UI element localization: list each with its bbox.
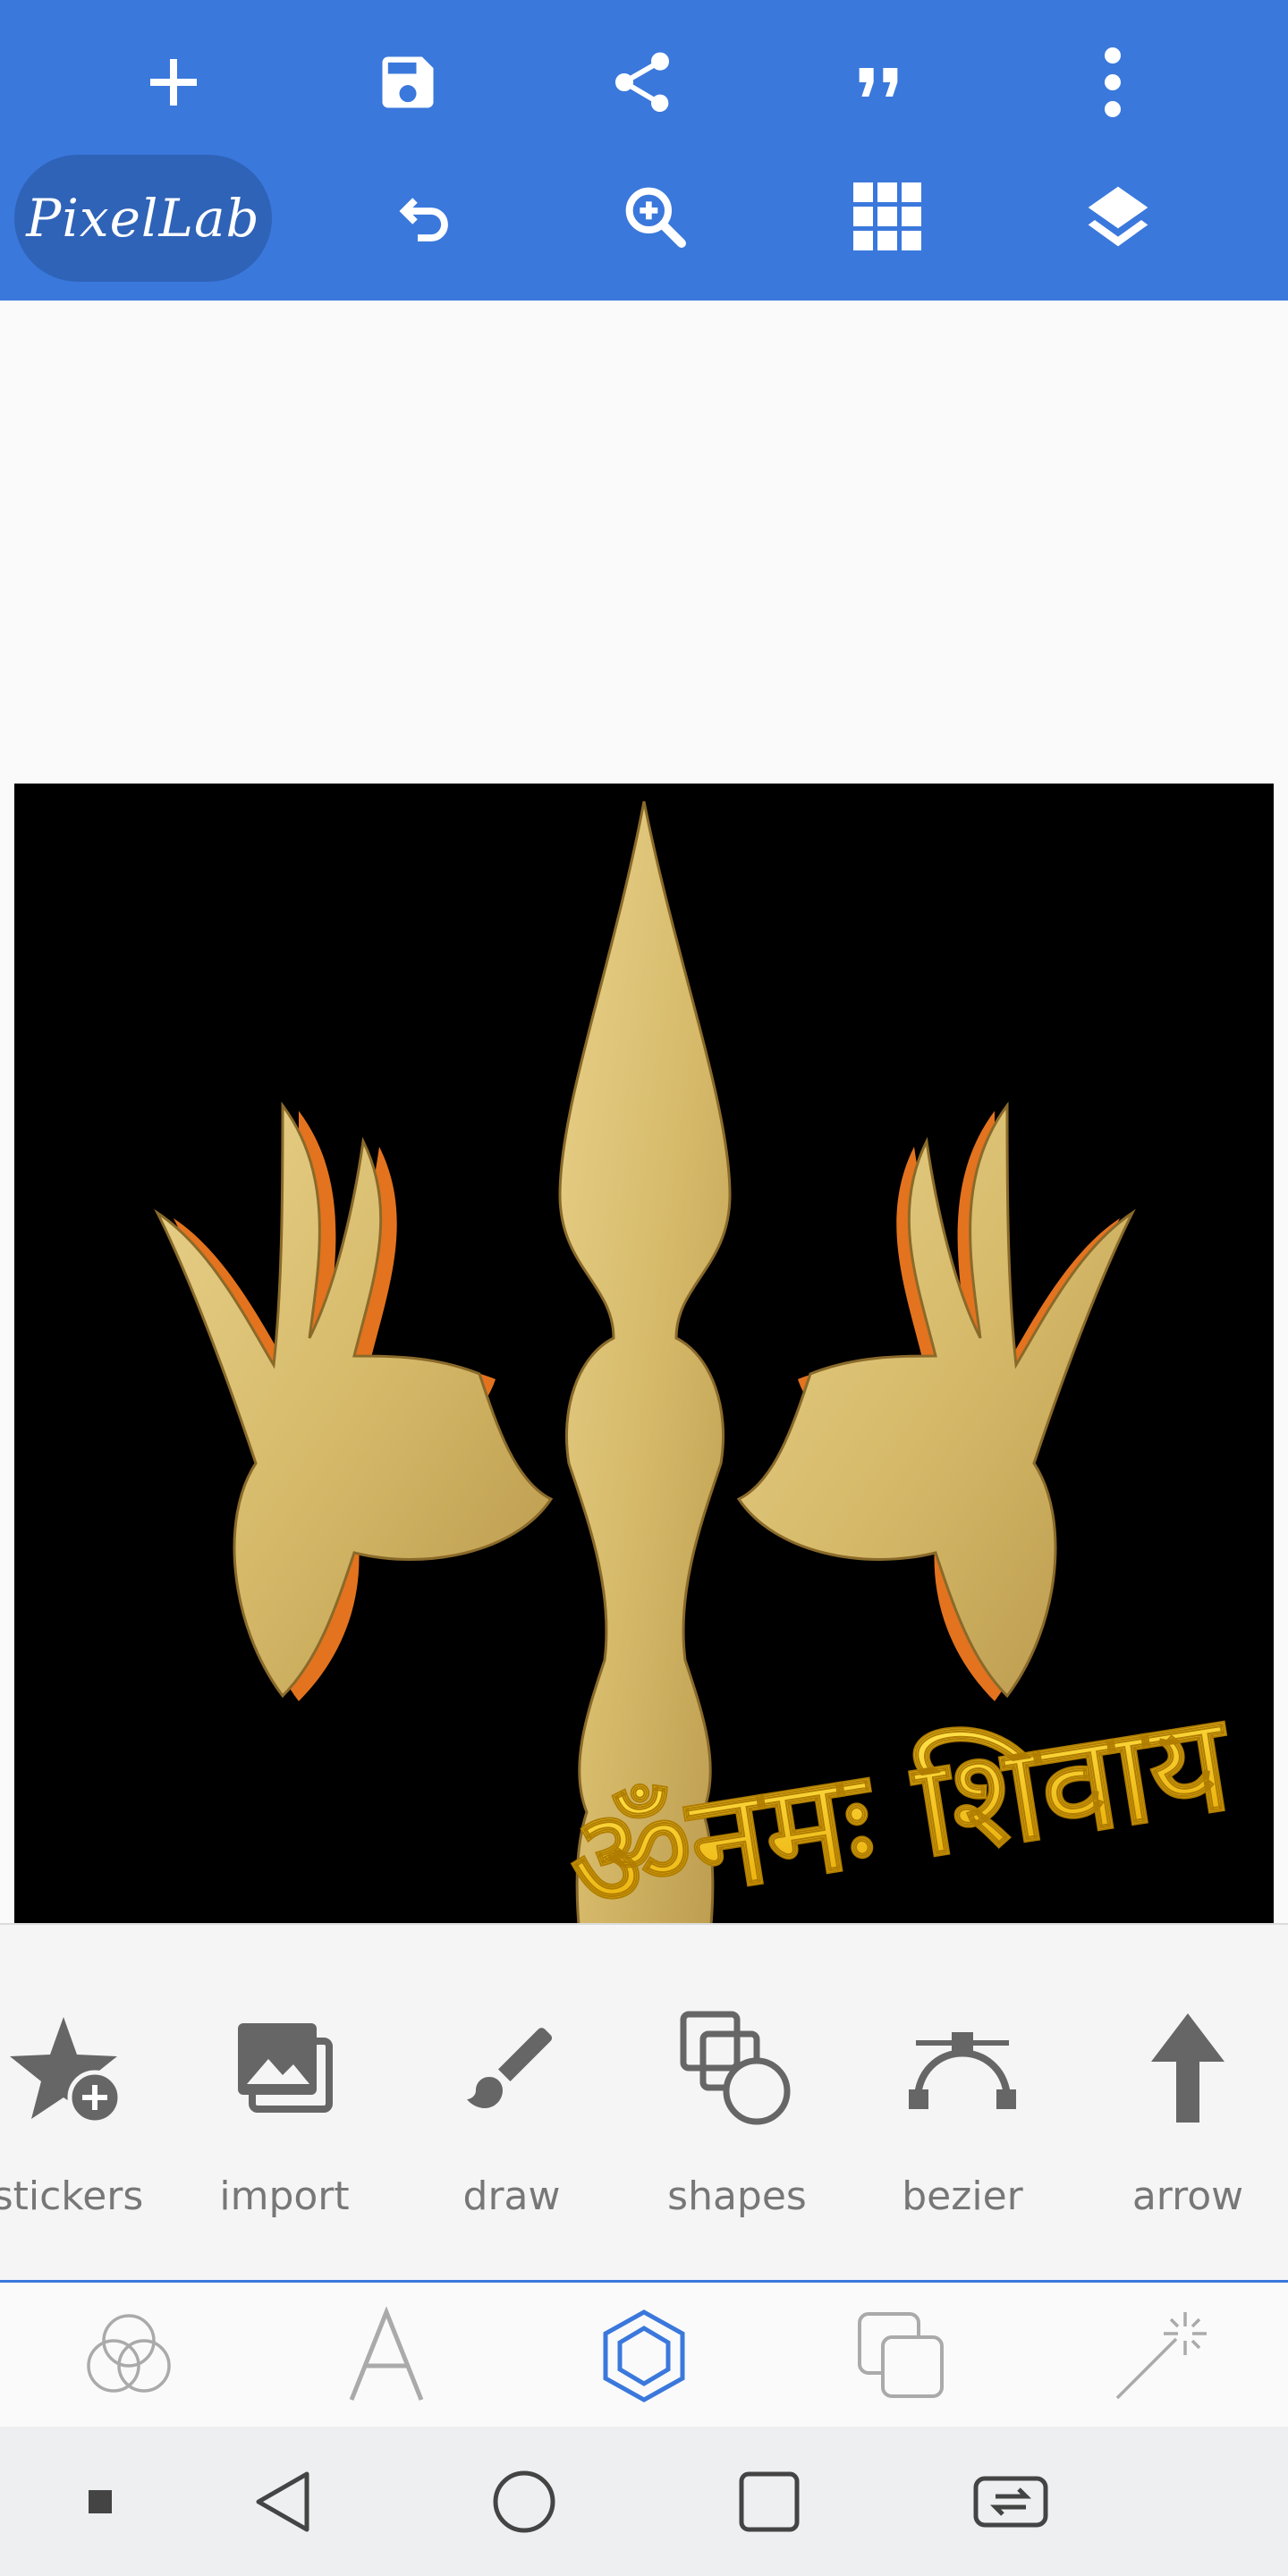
quote-icon [859, 68, 898, 97]
tab-shapes[interactable] [555, 2285, 733, 2427]
tool-draw[interactable]: draw [413, 1925, 610, 2283]
logo-text: PixelLab [26, 188, 260, 249]
brush-icon [467, 2028, 552, 2108]
tab-blend[interactable] [39, 2285, 218, 2427]
tool-label: arrow [1131, 2174, 1244, 2219]
pixellab-logo[interactable]: PixelLab [14, 155, 272, 282]
screen-swap-icon [973, 2476, 1048, 2527]
quote-button[interactable] [825, 29, 932, 136]
text-a-icon [349, 2307, 424, 2401]
image-import-icon [238, 2023, 333, 2113]
hexagon-icon [603, 2309, 685, 2402]
add-button[interactable] [120, 29, 227, 136]
recents-square-icon [739, 2471, 800, 2531]
save-button[interactable] [354, 29, 462, 136]
system-navigation-bar [0, 2427, 1288, 2576]
save-icon [382, 56, 434, 108]
blend-circles-icon [87, 2314, 171, 2393]
duplicate-icon [858, 2312, 944, 2398]
bezier-icon [909, 2032, 1016, 2109]
layers-icon [1088, 186, 1148, 247]
share-icon [615, 52, 669, 112]
arrow-up-icon [1151, 2013, 1224, 2123]
tool-stickers[interactable]: stickers [0, 1925, 166, 2283]
design-canvas[interactable]: ॐनमः शिवाय [14, 784, 1274, 2043]
small-square-icon [89, 2489, 112, 2513]
canvas-workspace[interactable]: ॐनमः शिवाय [0, 301, 1288, 2043]
trident-right-prong [736, 1101, 1136, 1699]
nav-switch-app-button[interactable] [939, 2427, 1082, 2576]
tool-label: import [219, 2174, 350, 2219]
more-vert-icon [1105, 47, 1121, 117]
plus-icon [150, 59, 197, 106]
tool-arrow[interactable]: arrow [1089, 1925, 1286, 2283]
back-triangle-icon [256, 2471, 309, 2531]
tool-label: bezier [902, 2174, 1023, 2219]
tool-import[interactable]: import [186, 1925, 383, 2283]
layers-button[interactable] [1064, 163, 1172, 270]
undo-button[interactable] [372, 163, 479, 270]
top-app-bar: PixelLab [0, 0, 1288, 301]
nav-home-button[interactable] [453, 2427, 596, 2576]
tool-label: stickers [0, 2174, 144, 2219]
zoom-in-icon [625, 187, 686, 248]
tool-label: draw [462, 2174, 561, 2219]
grid-button[interactable] [834, 163, 941, 270]
nav-notification-dot[interactable] [29, 2427, 172, 2576]
grid-icon [853, 182, 921, 250]
trident-artwork[interactable]: ॐनमः शिवाय [14, 784, 1274, 2043]
magic-wand-icon [1115, 2312, 1207, 2400]
tool-bezier[interactable]: bezier [864, 1925, 1061, 2283]
trident-left-prong [154, 1101, 554, 1699]
tools-row: stickers import draw shapes bezier arrow [0, 1923, 1288, 2283]
sticker-add-icon [10, 2017, 123, 2125]
tool-label: shapes [667, 2174, 807, 2219]
tab-layers[interactable] [812, 2285, 991, 2427]
tab-effects[interactable] [1070, 2285, 1249, 2427]
share-button[interactable] [589, 29, 696, 136]
mode-tabs [0, 2285, 1288, 2427]
undo-icon [399, 198, 448, 242]
shapes-icon [680, 2011, 791, 2125]
nav-recents-button[interactable] [698, 2427, 841, 2576]
tool-shapes[interactable]: shapes [639, 1925, 835, 2283]
zoom-button[interactable] [601, 163, 708, 270]
home-circle-icon [493, 2470, 555, 2532]
more-options-button[interactable] [1059, 29, 1166, 136]
tab-text[interactable] [297, 2285, 476, 2427]
nav-back-button[interactable] [211, 2427, 354, 2576]
